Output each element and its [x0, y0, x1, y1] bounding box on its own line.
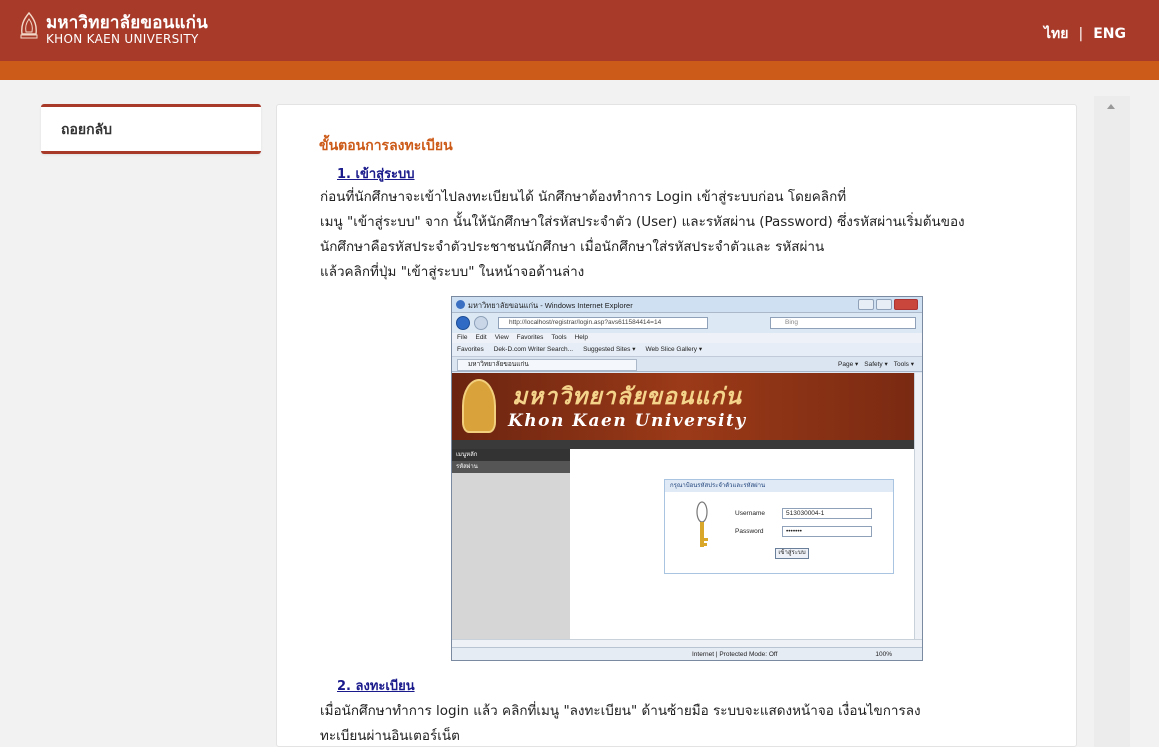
section-title: ขั้นตอนการลงทะเบียน	[319, 138, 453, 154]
ie-horizontal-scrollbar	[452, 639, 922, 647]
ie-tab: มหาวิทยาลัยขอนแก่น	[457, 359, 637, 371]
ie-fav-item: Suggested Sites ▾	[583, 346, 636, 353]
ie-command: Page ▾	[838, 361, 859, 368]
ie-logo-icon	[456, 300, 465, 309]
brand-english-name: KHON KAEN UNIVERSITY	[46, 32, 199, 46]
kku-banner-english: Khon Kaen University	[508, 411, 747, 431]
window-controls	[858, 299, 918, 310]
keys-icon	[696, 501, 708, 547]
step1-line: นักศึกษาคือรหัสประจำตัวประชาชนนักศึกษา เ…	[320, 239, 825, 255]
username-label: Username	[735, 510, 765, 517]
password-field: •••••••	[782, 526, 872, 537]
brand[interactable]: มหาวิทยาลัยขอนแก่น KHON KAEN UNIVERSITY	[46, 14, 208, 46]
page-scrollbar[interactable]	[1094, 96, 1130, 747]
ie-menu-bar: File Edit View Favorites Tools Help	[452, 333, 922, 343]
ie-command: Tools ▾	[893, 361, 914, 368]
step1-line: แล้วคลิกที่ปุ่ม "เข้าสู่ระบบ" ในหน้าจอด้…	[320, 264, 585, 280]
language-switcher: ไทย | ENG	[1044, 23, 1126, 45]
ie-zoom-level: 100%	[875, 651, 892, 658]
ie-page-content: มหาวิทยาลัยขอนแก่น Khon Kaen University …	[452, 373, 914, 639]
header-accent-bar	[0, 61, 1159, 80]
ie-menu-item: Help	[574, 334, 588, 341]
ie-fav-item: Dek-D.com Writer Search...	[493, 346, 574, 353]
ie-fav-item: Favorites	[457, 346, 484, 353]
kku-dark-strip	[452, 440, 914, 449]
ie-favorites-bar: Favorites Dek-D.com Writer Search... Sug…	[452, 343, 922, 357]
step1-text: ก่อนที่นักศึกษาจะเข้าไปลงทะเบียนได้ นักศ…	[320, 185, 1060, 285]
forward-arrow-icon	[474, 316, 488, 330]
scroll-up-arrow-icon[interactable]	[1107, 104, 1115, 109]
ie-menu-item: Edit	[475, 334, 487, 341]
ie-url-field: http://localhost/registrar/login.asp?avs…	[498, 317, 708, 329]
username-field: 513030004-1	[782, 508, 872, 519]
ie-vertical-scrollbar	[914, 373, 922, 639]
university-seal-icon	[20, 12, 38, 39]
close-icon	[894, 299, 918, 310]
kku-side-menu: เมนูหลัก รหัสผ่าน	[452, 449, 570, 639]
step1-line: ก่อนที่นักศึกษาจะเข้าไปลงทะเบียนได้ นักศ…	[320, 189, 847, 205]
kku-side-item: รหัสผ่าน	[452, 461, 570, 473]
maximize-icon	[876, 299, 892, 310]
step2-line: ทะเบียนผ่านอินเตอร์เน็ต	[320, 728, 460, 744]
login-screenshot-image: มหาวิทยาลัยขอนแก่น - Windows Internet Ex…	[451, 296, 923, 661]
ie-tab-row: มหาวิทยาลัยขอนแก่น Page ▾ Safety ▾ Tools…	[452, 357, 922, 372]
step2-heading[interactable]: 2. ลงทะเบียน	[337, 675, 415, 696]
password-label: Password	[735, 528, 764, 535]
ie-fav-item: Web Slice Gallery ▾	[645, 346, 703, 353]
top-header: มหาวิทยาลัยขอนแก่น KHON KAEN UNIVERSITY …	[0, 0, 1159, 61]
kku-banner-thai: มหาวิทยาลัยขอนแก่น	[512, 383, 743, 410]
kku-login-box: กรุณาป้อนรหัสประจำตัวและรหัสผ่าน Usernam…	[664, 479, 894, 574]
step2-line: เมื่อนักศึกษาทำการ login แล้ว คลิกที่เมน…	[320, 703, 921, 719]
ie-status-zone: Internet | Protected Mode: Off	[692, 651, 778, 658]
lang-thai-link[interactable]: ไทย	[1044, 23, 1068, 45]
step1-line: เมนู "เข้าสู่ระบบ" จาก นั้นให้นักศึกษาใส…	[320, 214, 965, 230]
step2-text: เมื่อนักศึกษาทำการ login แล้ว คลิกที่เมน…	[320, 699, 1060, 746]
back-button-label: ถอยกลับ	[61, 122, 113, 138]
ie-menu-item: View	[494, 334, 509, 341]
kku-side-item: เมนูหลัก	[452, 449, 570, 461]
kku-seal-icon	[462, 379, 496, 433]
content-panel: ขั้นตอนการลงทะเบียน 1. เข้าสู่ระบบ ก่อนท…	[276, 104, 1077, 747]
ie-search-field: Bing	[770, 317, 916, 329]
ie-title-bar: มหาวิทยาลัยขอนแก่น - Windows Internet Ex…	[452, 297, 922, 313]
login-submit-button: เข้าสู่ระบบ	[775, 548, 809, 559]
ie-window-title: มหาวิทยาลัยขอนแก่น - Windows Internet Ex…	[468, 301, 633, 310]
login-box-header: กรุณาป้อนรหัสประจำตัวและรหัสผ่าน	[665, 480, 893, 492]
ie-menu-item: Tools	[551, 334, 567, 341]
minimize-icon	[858, 299, 874, 310]
kku-banner: มหาวิทยาลัยขอนแก่น Khon Kaen University	[452, 373, 914, 440]
ie-menu-item: Favorites	[516, 334, 544, 341]
step1-heading[interactable]: 1. เข้าสู่ระบบ	[337, 163, 415, 184]
ie-command: Safety ▾	[864, 361, 888, 368]
ie-status-bar: Internet | Protected Mode: Off 100%	[452, 647, 922, 660]
back-button[interactable]: ถอยกลับ	[41, 104, 261, 154]
lang-english-link[interactable]: ENG	[1093, 26, 1126, 42]
brand-thai-name: มหาวิทยาลัยขอนแก่น	[46, 13, 208, 33]
ie-menu-item: File	[457, 334, 468, 341]
back-arrow-icon	[456, 316, 470, 330]
ie-address-bar: http://localhost/registrar/login.asp?avs…	[452, 313, 922, 333]
ie-command-bar: Page ▾ Safety ▾ Tools ▾	[838, 360, 914, 368]
lang-separator: |	[1078, 26, 1084, 42]
